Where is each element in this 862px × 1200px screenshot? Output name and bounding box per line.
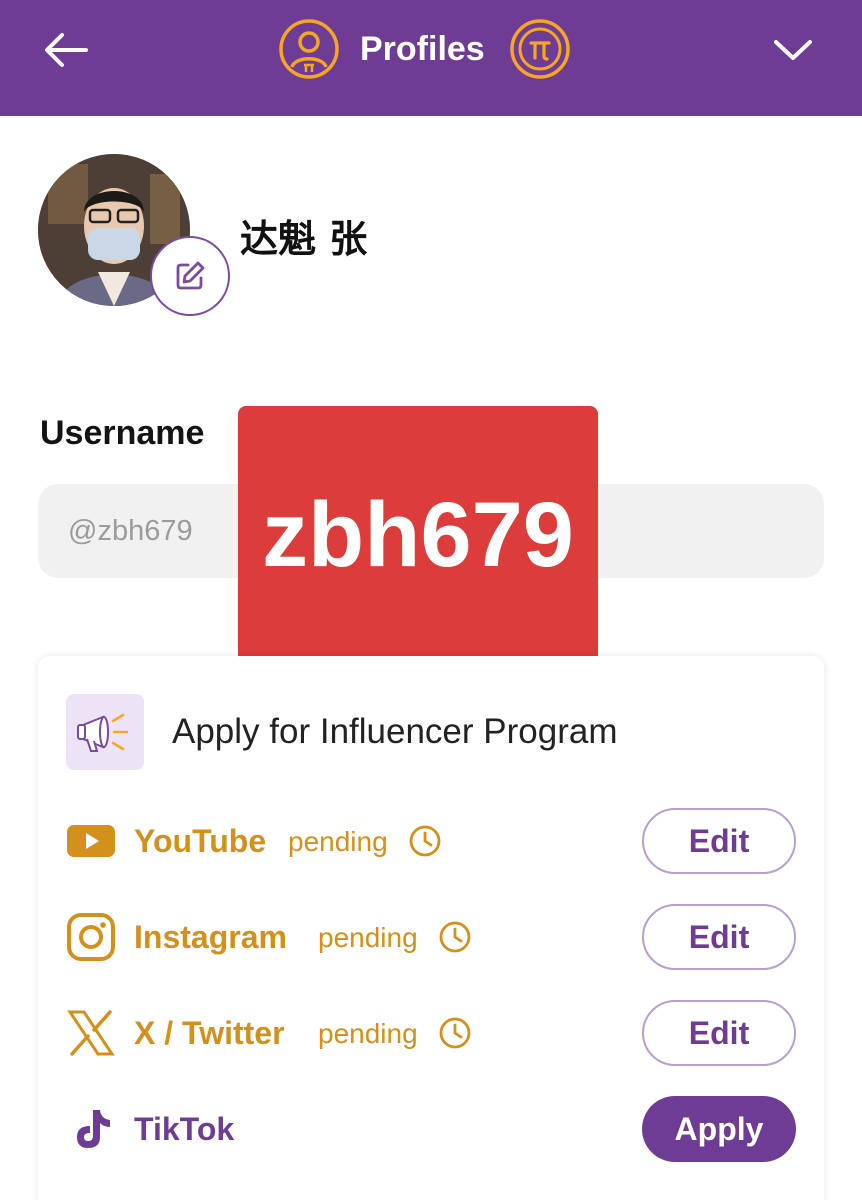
status-text: pending xyxy=(318,1018,418,1049)
clock-icon xyxy=(439,1017,471,1049)
platform-name: X / Twitter xyxy=(134,1015,285,1051)
header-menu-button[interactable] xyxy=(770,30,816,70)
card-icon-box xyxy=(66,694,144,770)
edit-avatar-button[interactable] xyxy=(150,236,230,316)
arrow-left-icon xyxy=(45,33,88,67)
app-header: Profiles xyxy=(0,0,862,116)
platform-name: YouTube xyxy=(134,823,267,859)
clock-icon xyxy=(409,825,441,857)
x-twitter-icon xyxy=(67,1010,115,1056)
back-button[interactable] xyxy=(40,28,92,72)
redaction-overlay: zbh679 xyxy=(238,406,598,664)
display-name: 达魁 张 xyxy=(240,217,368,261)
header-title-group: Profiles xyxy=(278,18,571,80)
card-title: Apply for Influencer Program xyxy=(172,712,618,751)
apply-tiktok-button[interactable]: Apply xyxy=(642,1096,796,1162)
status-text: pending xyxy=(318,922,418,953)
youtube-icon xyxy=(67,825,115,857)
profile-icon xyxy=(279,19,339,79)
avatar-section xyxy=(38,154,232,318)
edit-instagram-button[interactable]: Edit xyxy=(642,904,796,970)
chevron-down-icon xyxy=(774,40,812,60)
pi-coin-icon xyxy=(509,19,570,79)
page-title: Profiles xyxy=(360,29,485,68)
platform-row-tiktok: TikTok Apply xyxy=(66,1096,796,1162)
influencer-program-card: Apply for Influencer Program YouTube pen… xyxy=(38,656,824,1200)
platform-name: Instagram xyxy=(134,919,287,955)
platform-row-instagram: Instagram pending Edit xyxy=(66,904,796,970)
edit-youtube-button[interactable]: Edit xyxy=(642,808,796,874)
megaphone-icon xyxy=(77,713,129,752)
platform-row-x-twitter: X / Twitter pending Edit xyxy=(66,1000,796,1066)
platform-row-youtube: YouTube pending Edit xyxy=(66,808,796,874)
clock-icon xyxy=(439,921,471,953)
tiktok-icon xyxy=(77,1110,110,1148)
instagram-icon xyxy=(67,913,115,961)
status-text: pending xyxy=(288,826,388,857)
edit-x-twitter-button[interactable]: Edit xyxy=(642,1000,796,1066)
profiles-screen: Profiles 达魁 张 Username @zbh679 zbh679 Ap… xyxy=(0,0,862,1200)
username-label: Username xyxy=(40,414,205,452)
platform-name: TikTok xyxy=(134,1111,235,1147)
edit-pencil-icon xyxy=(176,261,205,290)
